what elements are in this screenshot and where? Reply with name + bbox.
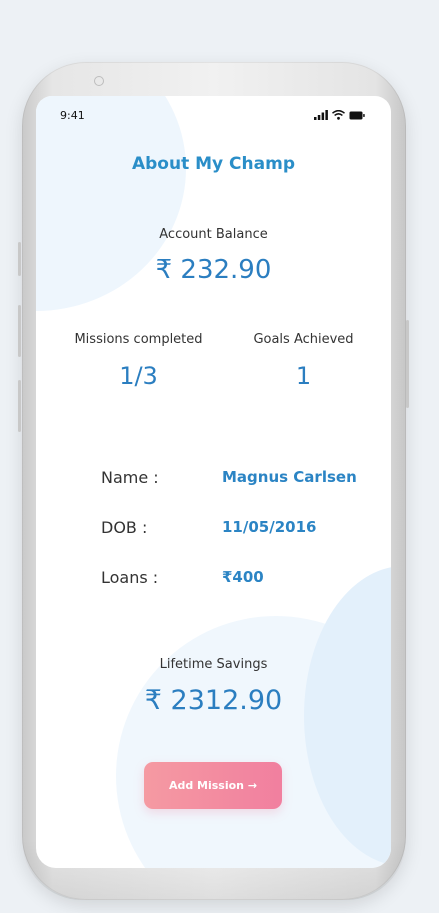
loans-label: Loans : [101, 568, 159, 587]
volume-up-button [18, 305, 21, 357]
signal-icon [314, 110, 328, 120]
status-icons [314, 110, 365, 120]
account-balance-value: ₹ 232.90 [155, 255, 272, 285]
mute-switch [18, 242, 21, 276]
camera-icon [94, 76, 104, 86]
add-mission-button[interactable]: Add Mission → [144, 762, 282, 809]
dob-value: 11/05/2016 [222, 518, 317, 536]
goals-achieved-value: 1 [295, 362, 312, 390]
status-time: 9:41 [60, 109, 85, 122]
page-title: About My Champ [131, 154, 295, 174]
power-button [406, 320, 409, 408]
wifi-icon [332, 110, 345, 120]
loans-value: ₹400 [222, 568, 264, 586]
missions-completed-value: 1/3 [119, 362, 158, 390]
lifetime-savings-label: Lifetime Savings [159, 657, 268, 672]
name-value: Magnus Carlsen [222, 468, 357, 486]
account-balance-label: Account Balance [159, 227, 268, 242]
missions-completed-label: Missions completed [74, 332, 203, 347]
app-screen: 9:41 About My Champ Account Balance ₹ 23… [36, 96, 391, 868]
dob-label: DOB : [101, 518, 148, 537]
battery-icon [349, 111, 365, 120]
goals-achieved-label: Goals Achieved [253, 332, 354, 347]
name-label: Name : [101, 468, 159, 487]
volume-down-button [18, 380, 21, 432]
lifetime-savings-value: ₹ 2312.90 [144, 685, 283, 716]
